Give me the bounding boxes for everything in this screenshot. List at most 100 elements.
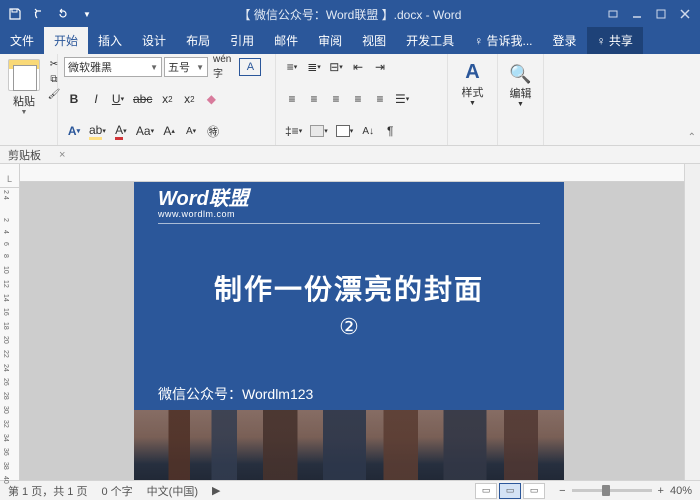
shading-button[interactable]: ▾: [307, 121, 331, 141]
tab-view[interactable]: 视图: [352, 27, 396, 54]
line-spacing-button[interactable]: ‡≡▾: [282, 121, 305, 141]
share-label: 共享: [609, 34, 633, 48]
tab-file[interactable]: 文件: [0, 27, 44, 54]
close-pane-button[interactable]: ×: [59, 149, 65, 161]
clear-formatting-button[interactable]: ◆: [201, 89, 221, 109]
font-size-value: 五号: [168, 59, 190, 75]
show-marks-button[interactable]: ¶: [380, 121, 400, 141]
asian-layout-button[interactable]: ☰▾: [392, 89, 412, 109]
view-web-button[interactable]: ▭: [523, 483, 545, 499]
zoom-slider[interactable]: [572, 489, 652, 492]
character-border-button[interactable]: A: [236, 57, 264, 77]
tab-insert[interactable]: 插入: [88, 27, 132, 54]
vertical-scrollbar[interactable]: [684, 164, 700, 480]
qat-customize[interactable]: ▼: [76, 3, 98, 25]
numbering-button[interactable]: ≣▾: [304, 57, 324, 77]
view-print-button[interactable]: ▭: [499, 483, 521, 499]
styles-label: 样式: [462, 84, 484, 100]
underline-button[interactable]: U ▾: [108, 89, 128, 109]
ruler-vertical[interactable]: L 2 4 2 4 6 8 10 12 14 16 18 20 22 24 26…: [0, 164, 20, 480]
text-effects-button[interactable]: A▾: [64, 121, 84, 141]
phonetic-guide-button[interactable]: wén字: [210, 57, 234, 77]
tab-references[interactable]: 引用: [220, 27, 264, 54]
view-buttons: ▭ ▭ ▭: [475, 483, 545, 499]
bold-button[interactable]: B: [64, 89, 84, 109]
align-justify-button[interactable]: ≡: [348, 89, 368, 109]
maximize-button[interactable]: [650, 3, 672, 25]
collapse-ribbon-button[interactable]: ⌃: [688, 132, 696, 143]
tab-layout[interactable]: 布局: [176, 27, 220, 54]
sort-button[interactable]: A↓: [358, 121, 378, 141]
cover-subtitle: 微信公众号：Wordlm123: [158, 384, 540, 404]
tab-home[interactable]: 开始: [44, 27, 88, 54]
zoom-value[interactable]: 40%: [670, 485, 692, 497]
status-macro-icon[interactable]: ▶: [212, 484, 220, 497]
undo-button[interactable]: [28, 3, 50, 25]
align-distributed-button[interactable]: ≡: [370, 89, 390, 109]
align-left-button[interactable]: ≡: [282, 89, 302, 109]
tab-tellme[interactable]: ♀ 告诉我...: [464, 27, 542, 54]
tab-share[interactable]: ♀ 共享: [587, 27, 643, 54]
save-button[interactable]: [4, 3, 26, 25]
window-title: 【 微信公众号：Word联盟 】.docx - Word: [98, 6, 602, 23]
font-color-button[interactable]: A▾: [111, 121, 131, 141]
cover-photo: [134, 410, 564, 480]
group-clipboard: 粘贴 ▼ ✂ ⧉ 🖌 剪贴板: [0, 54, 58, 145]
status-words[interactable]: 0 个字: [101, 483, 132, 499]
font-name-combo[interactable]: 微软雅黑▼: [64, 57, 162, 77]
tab-mailings[interactable]: 邮件: [264, 27, 308, 54]
strikethrough-button[interactable]: abc: [130, 89, 155, 109]
quick-access-toolbar: ▼: [4, 3, 98, 25]
ruler-horizontal[interactable]: [20, 164, 684, 182]
zoom-out-button[interactable]: −: [559, 485, 565, 497]
tab-developer[interactable]: 开发工具: [396, 27, 464, 54]
cover-logo: Word联盟: [158, 182, 540, 211]
group-paragraph: ≡▾ ≣▾ ⊟▾ ⇤ ⇥ ≡ ≡ ≡ ≡ ≡ ☰▾ ‡≡▾ ▾ ▾ A↓ ¶: [276, 54, 448, 145]
redo-button[interactable]: [52, 3, 74, 25]
highlight-button[interactable]: ab▾: [86, 121, 109, 141]
ribbon-options-button[interactable]: [602, 3, 624, 25]
change-case-button[interactable]: Aa▾: [133, 121, 157, 141]
ribbon-tabs: 文件 开始 插入 设计 布局 引用 邮件 审阅 视图 开发工具 ♀ 告诉我...…: [0, 28, 700, 54]
font-size-combo[interactable]: 五号▼: [164, 57, 208, 77]
tab-review[interactable]: 审阅: [308, 27, 352, 54]
editing-label: 编辑: [510, 85, 532, 101]
bullets-button[interactable]: ≡▾: [282, 57, 302, 77]
zoom-in-button[interactable]: +: [658, 485, 664, 497]
tab-design[interactable]: 设计: [132, 27, 176, 54]
find-icon: 🔍: [509, 64, 531, 85]
borders-button[interactable]: ▾: [333, 121, 357, 141]
editing-button[interactable]: 🔍 编辑 ▼: [504, 57, 537, 109]
styles-gallery-button[interactable]: A 样式 ▼: [459, 60, 487, 108]
status-page[interactable]: 第 1 页，共 1 页: [8, 483, 87, 499]
font-name-value: 微软雅黑: [68, 59, 112, 75]
shrink-font-button[interactable]: A▾: [181, 121, 201, 141]
group-editing: 🔍 编辑 ▼: [498, 54, 544, 145]
align-right-button[interactable]: ≡: [326, 89, 346, 109]
group-font: 微软雅黑▼ 五号▼ wén字 A B I U ▾ abc x2 x2 ◆ A▾ …: [58, 54, 276, 145]
superscript-button[interactable]: x2: [179, 89, 199, 109]
italic-button[interactable]: I: [86, 89, 106, 109]
window-controls: [602, 3, 696, 25]
grow-font-button[interactable]: A▴: [159, 121, 179, 141]
view-read-button[interactable]: ▭: [475, 483, 497, 499]
cover-headline: 制作一份漂亮的封面: [158, 268, 540, 308]
align-center-button[interactable]: ≡: [304, 89, 324, 109]
zoom-control: − + 40%: [559, 485, 692, 497]
subscript-button[interactable]: x2: [157, 89, 177, 109]
paste-button[interactable]: 粘贴 ▼: [6, 57, 42, 118]
paste-label: 粘贴: [13, 93, 35, 109]
close-button[interactable]: [674, 3, 696, 25]
status-language[interactable]: 中文(中国): [147, 483, 198, 499]
ribbon: 粘贴 ▼ ✂ ⧉ 🖌 剪贴板 微软雅黑▼ 五号▼ wén字 A B I U ▾ …: [0, 54, 700, 146]
multilevel-list-button[interactable]: ⊟▾: [326, 57, 346, 77]
increase-indent-button[interactable]: ⇥: [370, 57, 390, 77]
enclosed-char-button[interactable]: ㊕: [203, 121, 223, 141]
titlebar: ▼ 【 微信公众号：Word联盟 】.docx - Word: [0, 0, 700, 28]
minimize-button[interactable]: [626, 3, 648, 25]
statusbar: 第 1 页，共 1 页 0 个字 中文(中国) ▶ ▭ ▭ ▭ − + 40%: [0, 480, 700, 500]
tab-signin[interactable]: 登录: [543, 27, 587, 54]
decrease-indent-button[interactable]: ⇤: [348, 57, 368, 77]
document-canvas[interactable]: Word联盟 www.wordlm.com 制作一份漂亮的封面 ② 微信公众号：…: [20, 164, 684, 480]
workspace: L 2 4 2 4 6 8 10 12 14 16 18 20 22 24 26…: [0, 164, 700, 480]
